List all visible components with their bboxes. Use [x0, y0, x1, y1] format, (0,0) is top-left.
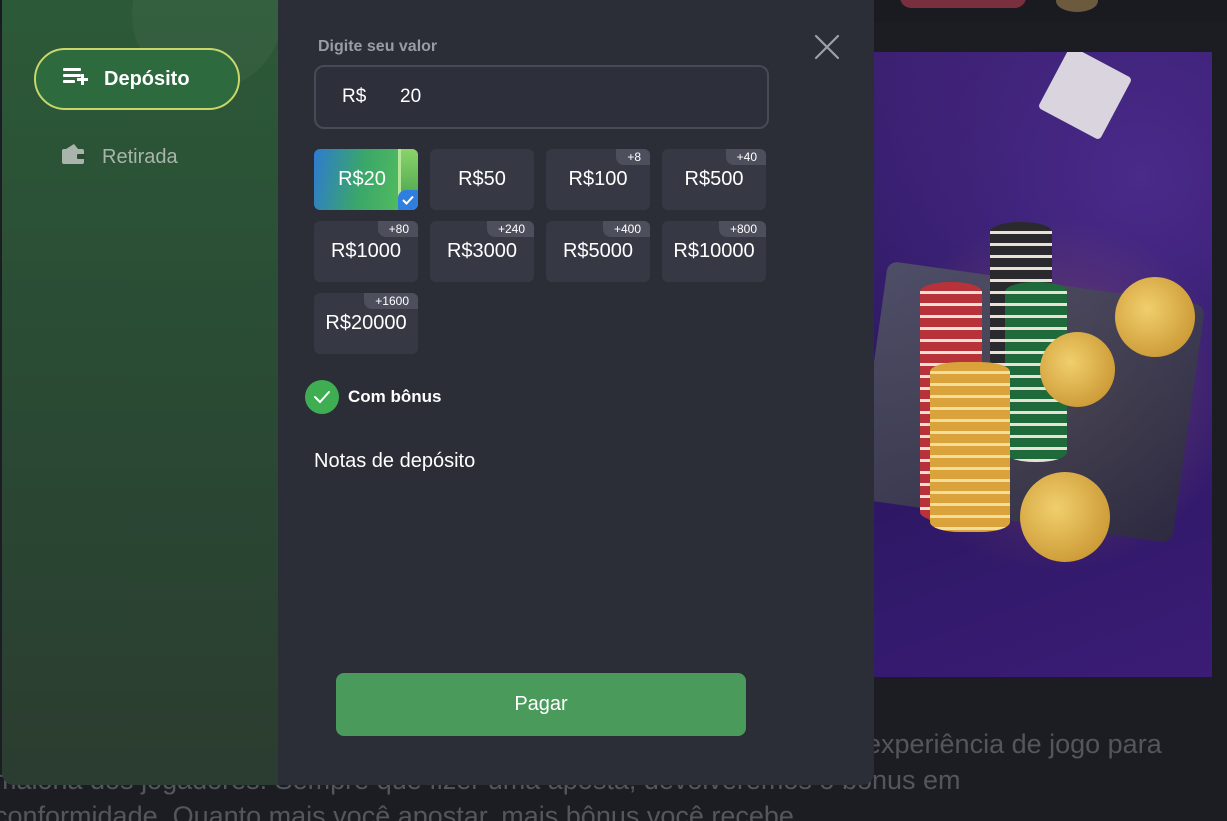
bonus-badge: +40: [725, 149, 766, 165]
amount-label: Digite seu valor: [318, 38, 438, 55]
coin-image: [1040, 332, 1115, 407]
deposit-notes-title: Notas de depósito: [314, 450, 476, 472]
playing-card-image: [1037, 52, 1133, 141]
bonus-badge: +8: [616, 149, 650, 165]
amount-option-50[interactable]: R$50: [430, 149, 534, 210]
option-label: R$100: [568, 168, 628, 190]
option-label: R$20: [338, 168, 386, 190]
tab-label: Retirada: [102, 145, 178, 168]
promo-banner: [860, 52, 1212, 677]
amount-option-100[interactable]: +8 R$100: [546, 149, 650, 210]
bonus-toggle[interactable]: Com bônus: [305, 380, 442, 414]
background-avatar: [1056, 0, 1098, 12]
option-label: R$5000: [562, 240, 634, 262]
option-label: R$50: [458, 168, 506, 190]
amount-option-10000[interactable]: +800 R$10000: [662, 221, 766, 282]
background-pill: [900, 0, 1026, 8]
amount-options: R$20 R$50 +8 R$100 +40 R$500 +80 R$1000: [314, 149, 766, 354]
deposit-icon: [62, 64, 90, 94]
pay-button[interactable]: Pagar: [336, 673, 746, 736]
close-icon: [814, 34, 840, 60]
amount-option-5000[interactable]: +400 R$5000: [546, 221, 650, 282]
coin-image: [1020, 472, 1110, 562]
bonus-badge: +240: [486, 221, 534, 237]
wallet-icon: [60, 142, 88, 172]
currency-label: R$: [342, 86, 367, 107]
check-icon[interactable]: [305, 380, 339, 414]
bonus-badge: +400: [602, 221, 650, 237]
option-label: R$1000: [330, 240, 402, 262]
close-button[interactable]: [814, 34, 840, 60]
amount-option-20[interactable]: R$20: [314, 149, 418, 210]
modal-sidebar: Depósito Retirada: [2, 0, 282, 785]
option-label: R$500: [684, 168, 744, 190]
tab-label: Depósito: [104, 67, 190, 90]
amount-field[interactable]: R$: [314, 65, 769, 129]
option-label: R$10000: [673, 240, 755, 262]
bonus-toggle-label: Com bônus: [348, 387, 442, 406]
amount-option-20000[interactable]: +1600 R$20000: [314, 293, 418, 354]
background-text-line: conformidade. Quanto mais você apostar, …: [0, 801, 802, 821]
tab-retirada[interactable]: Retirada: [34, 126, 240, 188]
amount-option-1000[interactable]: +80 R$1000: [314, 221, 418, 282]
deposit-panel: Digite seu valor R$ R$20 R$50 +8 R$100 +…: [278, 0, 874, 785]
amount-option-500[interactable]: +40 R$500: [662, 149, 766, 210]
option-label: R$20000: [325, 312, 407, 334]
coin-image: [1115, 277, 1195, 357]
amount-input[interactable]: [400, 86, 700, 108]
bonus-badge: +1600: [364, 293, 418, 309]
tab-deposito[interactable]: Depósito: [34, 48, 240, 110]
bonus-badge: +80: [377, 221, 418, 237]
bonus-badge: +800: [718, 221, 766, 237]
deposit-modal: Depósito Retirada Digite seu valor R$ 20…: [2, 0, 874, 785]
amount-option-3000[interactable]: +240 R$3000: [430, 221, 534, 282]
chip-stack-image: [930, 362, 1010, 532]
selected-check-icon: [398, 190, 418, 210]
option-label: R$3000: [446, 240, 518, 262]
